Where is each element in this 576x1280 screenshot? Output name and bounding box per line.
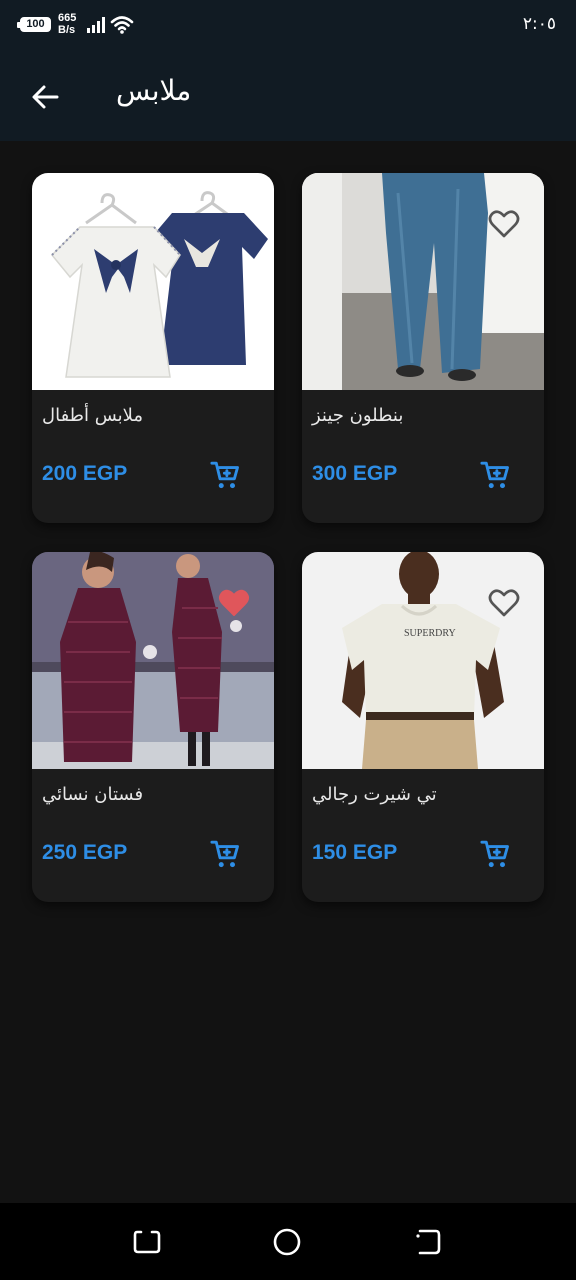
product-image[interactable] — [32, 552, 274, 769]
product-name: ملابس أطفال — [42, 405, 144, 426]
network-speed-value: 665 — [58, 12, 77, 24]
product-image[interactable] — [302, 173, 544, 390]
battery-icon: 100 — [17, 17, 51, 32]
network-speed: 665 B/s — [58, 12, 84, 36]
product-price: 150 EGP — [312, 841, 398, 864]
back-button[interactable] — [24, 76, 66, 118]
heart-icon[interactable] — [488, 588, 520, 618]
product-card[interactable]: SUPERDRY تي شيرت رجالي 150 EGP — [302, 552, 544, 902]
product-card[interactable]: بنطلون جينز 300 EGP — [302, 173, 544, 523]
heart-icon[interactable] — [488, 209, 520, 239]
status-time: ٢:٠٥ — [522, 14, 556, 34]
product-price: 250 EGP — [42, 841, 128, 864]
product-card[interactable]: ملابس أطفال 200 EGP — [32, 173, 274, 523]
product-image[interactable]: SUPERDRY — [302, 552, 544, 769]
product-name: بنطلون جينز — [312, 405, 404, 426]
product-price: 300 EGP — [312, 462, 398, 485]
battery-level: 100 — [26, 18, 45, 30]
product-price: 200 EGP — [42, 462, 128, 485]
add-to-cart-icon[interactable] — [480, 460, 510, 490]
network-speed-unit: B/s — [58, 24, 76, 36]
recents-icon[interactable] — [132, 1227, 162, 1257]
home-icon[interactable] — [272, 1227, 302, 1257]
app-bar: ملابس — [0, 52, 576, 141]
product-name: تي شيرت رجالي — [312, 784, 437, 805]
page-title: ملابس — [116, 74, 192, 107]
signal-icon — [87, 17, 105, 33]
arrow-back-icon — [32, 85, 59, 109]
back-nav-icon[interactable] — [412, 1227, 442, 1257]
svg-text:SUPERDRY: SUPERDRY — [404, 628, 456, 639]
wifi-icon — [110, 16, 134, 34]
system-nav-bar — [0, 1203, 576, 1280]
heart-filled-icon[interactable] — [218, 588, 250, 618]
add-to-cart-icon[interactable] — [210, 839, 240, 869]
add-to-cart-icon[interactable] — [480, 839, 510, 869]
product-name: فستان نسائي — [42, 784, 144, 805]
product-image[interactable] — [32, 173, 274, 390]
status-bar: 100 665 B/s ٢:٠٥ — [0, 0, 576, 52]
add-to-cart-icon[interactable] — [210, 460, 240, 490]
product-card[interactable]: فستان نسائي 250 EGP — [32, 552, 274, 902]
